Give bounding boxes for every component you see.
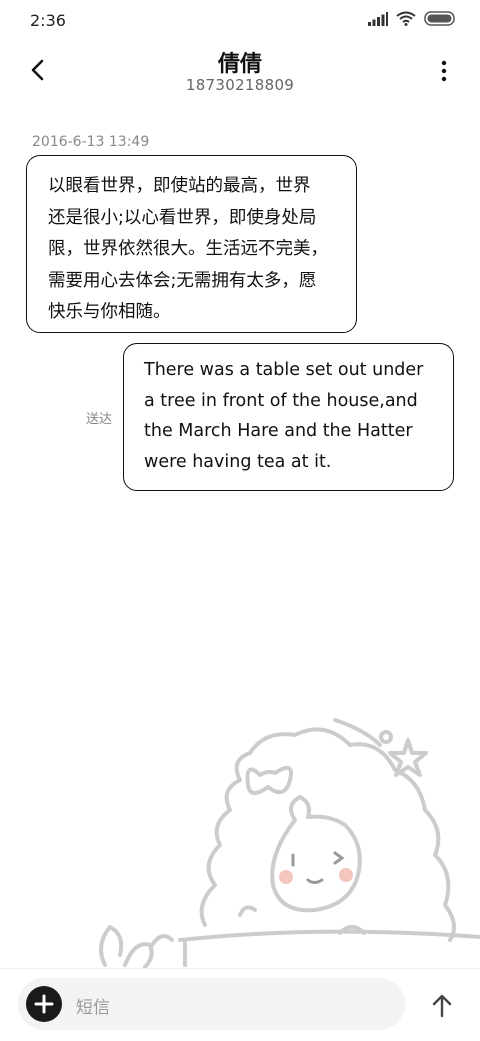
- contact-phone-number: 18730218809: [185, 76, 295, 94]
- message-composer: 短信: [0, 968, 480, 1041]
- message-line: were having tea at it.: [144, 451, 332, 472]
- more-vertical-icon[interactable]: [434, 58, 454, 84]
- add-attachment-button[interactable]: [26, 986, 62, 1022]
- message-line: 以眼看世界，即使站的最高，世界: [48, 176, 311, 196]
- message-line: the March Hare and the Hatter: [144, 421, 413, 441]
- message-line: 快乐与你相随。: [48, 302, 171, 322]
- arrow-up-icon[interactable]: [428, 992, 456, 1020]
- message-line: 还是很小;以心看世界，即使身处局: [48, 207, 317, 228]
- status-time: 2:36: [30, 11, 66, 30]
- message-line: 需要用心去体会;无需拥有太多，愿: [48, 270, 317, 291]
- status-bar: 2:36: [0, 0, 480, 40]
- battery-icon: [424, 11, 455, 26]
- message-timestamp: 2016-6-13 13:49: [32, 134, 150, 150]
- signal-icon: [368, 11, 388, 26]
- message-line: a tree in front of the house,and: [144, 390, 418, 411]
- message-line: There was a table set out under: [144, 360, 424, 380]
- conversation-header: 倩倩 18730218809: [0, 40, 480, 110]
- delivery-status: 送达: [86, 412, 113, 427]
- message-input[interactable]: 短信: [18, 978, 405, 1030]
- incoming-message-bubble[interactable]: 以眼看世界，即使站的最高，世界 还是很小;以心看世界，即使身处局 限，世界依然很…: [26, 155, 357, 333]
- message-line: 限，世界依然很大。生活远不完美，: [48, 239, 328, 259]
- outgoing-message-bubble[interactable]: There was a table set out under a tree i…: [123, 343, 454, 491]
- plus-icon: [34, 994, 54, 1014]
- wallpaper-illustration: [99, 718, 480, 969]
- status-icons: [368, 11, 456, 26]
- message-input-placeholder: 短信: [76, 998, 110, 1018]
- contact-name: 倩倩: [217, 52, 262, 77]
- wifi-icon: [396, 11, 416, 26]
